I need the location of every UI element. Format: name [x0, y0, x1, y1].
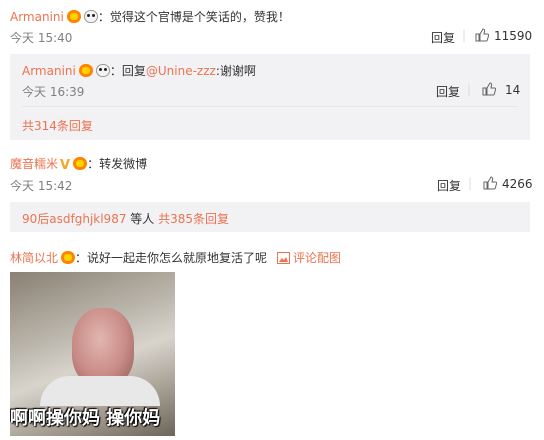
reply-summary: 90后asdfghjkl987 等人 共385条回复	[22, 210, 229, 227]
reply-summary-panel: 90后asdfghjkl987 等人 共385条回复	[10, 202, 530, 232]
sub-reply-header: Armanini ：回复@Unine-zzz:谢谢啊	[22, 62, 256, 79]
separator: |	[468, 176, 473, 190]
more-replies-link[interactable]: 共314条回复	[22, 117, 93, 134]
gif-caption: 啊啊操你妈 操你妈	[10, 408, 161, 429]
comment-time: 今天 15:40	[10, 31, 73, 45]
comment-3-header: 林简以北 ：说好一起走你怎么就原地复活了呢 评论配图	[10, 249, 341, 267]
thumb-up-icon[interactable]	[482, 82, 496, 96]
divider	[22, 106, 518, 107]
reply-time: 今天 16:39	[22, 85, 85, 99]
more-replies-link[interactable]: 共385条回复	[158, 212, 229, 226]
separator: |	[462, 28, 467, 42]
separator: |	[467, 82, 472, 96]
replier-link[interactable]: 90后asdfghjkl987	[22, 212, 126, 226]
username-link[interactable]: 魔音糯米	[10, 157, 58, 171]
reply-prefix: ：回复	[109, 64, 146, 78]
comment-text: ：觉得这个官博是个笑话的，赞我！	[97, 10, 290, 24]
crown-badge-icon	[78, 64, 93, 77]
comment-time: 今天 15:42	[10, 179, 73, 193]
crown-badge-icon	[66, 10, 81, 23]
mention-link[interactable]: @Unine-zzz	[146, 64, 216, 78]
crown-badge-icon	[61, 251, 76, 264]
panda-emoji-icon	[83, 10, 98, 23]
comment-gif-image[interactable]: 啊啊操你妈 操你妈	[10, 272, 175, 436]
thumb-up-icon[interactable]	[475, 28, 489, 42]
username-link[interactable]: 林简以北	[10, 251, 58, 265]
reply-text: :谢谢啊	[215, 64, 256, 78]
thumb-up-icon[interactable]	[483, 176, 497, 190]
panda-emoji-icon	[95, 64, 110, 77]
vip-v-icon: V	[60, 158, 71, 173]
comment-image-link[interactable]: 评论配图	[293, 251, 341, 265]
comment-2-header: 魔音糯米 V ：转发微博	[10, 155, 147, 173]
comment-text: ：说好一起走你怎么就原地复活了呢	[75, 251, 268, 265]
gif-shirt	[40, 376, 160, 406]
summary-middle: 等人	[126, 212, 159, 226]
image-icon	[277, 252, 291, 267]
comment-text: ：转发微博	[87, 157, 148, 171]
username-link[interactable]: Armanini	[22, 64, 76, 78]
comment-1-header: Armanini ：觉得这个官博是个笑话的，赞我！	[10, 8, 290, 25]
like-count: 14	[505, 83, 521, 97]
reply-button[interactable]: 回复	[437, 177, 461, 194]
crown-badge-icon	[73, 157, 88, 170]
reply-panel: Armanini ：回复@Unine-zzz:谢谢啊 今天 16:39 回复 | …	[10, 54, 530, 140]
username-link[interactable]: Armanini	[10, 10, 64, 24]
like-count: 4266	[502, 177, 533, 191]
reply-button[interactable]: 回复	[431, 29, 455, 46]
gif-face	[72, 308, 134, 386]
like-count: 11590	[494, 29, 533, 43]
reply-button[interactable]: 回复	[436, 83, 460, 100]
